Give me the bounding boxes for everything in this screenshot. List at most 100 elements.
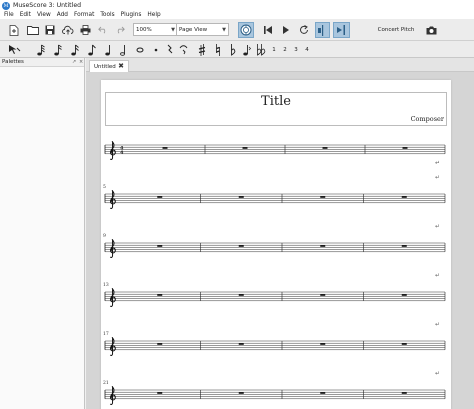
redo-button[interactable] [113,22,126,38]
concert-pitch-button[interactable]: Concert Pitch [374,23,418,37]
whole-rest[interactable] [322,147,328,149]
whole-rest[interactable] [401,294,407,296]
whole-rest[interactable] [157,294,163,296]
note-input-pen-icon [8,45,20,54]
menu-view[interactable]: View [37,12,51,18]
new-file-button[interactable] [8,22,20,38]
voice-3-button[interactable]: 3 [291,41,301,58]
open-file-button[interactable] [26,22,40,38]
menu-edit[interactable]: Edit [20,12,31,18]
voice-4-button[interactable]: 4 [302,41,312,58]
duration-32nd-button[interactable] [52,41,64,58]
measure-number: 17 [103,331,109,337]
whole-rest[interactable] [238,245,244,247]
print-button[interactable] [79,22,92,38]
whole-rest[interactable] [238,294,244,296]
cloud-save-button[interactable] [61,22,75,38]
play-icon [283,26,289,34]
close-tab-icon[interactable]: ✖ [118,62,124,70]
whole-rest[interactable] [157,245,163,247]
close-panel-icon[interactable]: × [79,59,83,65]
tab-untitled[interactable]: Untitled ✖ [89,60,129,72]
view-mode-select[interactable]: Page View ▼ [176,23,229,36]
duration-64th-button[interactable] [35,41,47,58]
mixer-button[interactable] [238,22,254,38]
title-bar: M MuseScore 3: Untitled [0,0,474,11]
whole-rest[interactable] [401,245,407,247]
rewind-icon [264,26,272,34]
whole-rest[interactable] [320,196,326,198]
score-page: Title Composer 4 4 5 ↵ 9 ↵ 13 ↵ 17 ↵ 21 ↵ ↵ [101,80,451,409]
duration-16th-button[interactable] [69,41,81,58]
save-button[interactable] [44,22,56,38]
flat-button[interactable] [227,41,239,58]
voice-note-button[interactable] [255,41,267,58]
whole-rest[interactable] [401,343,407,345]
treble-clef-icon [109,385,116,405]
pan-score-toggle[interactable] [333,22,350,38]
voice-2-button[interactable]: 2 [280,41,290,58]
line-break-icon[interactable]: ↵ [435,321,440,328]
menu-help[interactable]: Help [147,12,160,18]
line-break-icon[interactable]: ↵ [435,370,440,377]
whole-rest[interactable] [320,343,326,345]
score-canvas[interactable]: Title Composer 4 4 5 ↵ 9 ↵ 13 ↵ 17 ↵ 21 ↵ ↵ [86,72,474,409]
natural-button[interactable] [212,41,224,58]
duration-whole-button[interactable] [134,41,146,58]
whole-rest[interactable] [238,392,244,394]
menu-file[interactable]: File [4,12,14,18]
line-break-icon[interactable]: ↵ [435,272,440,279]
rest-button[interactable] [163,41,175,58]
sharp-button[interactable] [196,41,208,58]
float-panel-icon[interactable]: ↗ [72,59,76,65]
augmentation-dot-button[interactable] [150,41,162,58]
tie-rest-button[interactable] [177,41,189,58]
menu-plugins[interactable]: Plugins [121,12,142,18]
loop-button[interactable] [297,22,310,38]
print-icon [80,25,91,35]
redo-icon [117,26,125,34]
treble-clef-icon [109,189,116,209]
zoom-value: 100% [136,26,152,33]
line-break-icon[interactable]: ↵ [435,223,440,230]
rewind-button[interactable] [262,22,274,38]
sixteenth-note-icon [71,44,79,55]
whole-rest[interactable] [242,147,248,149]
score-tab-bar: Untitled ✖ [86,58,474,72]
musescore-logo-icon: M [2,1,10,10]
tab-label: Untitled [94,63,116,70]
menu-format[interactable]: Format [74,12,94,18]
quarter-note-icon [105,44,110,55]
whole-rest[interactable] [401,196,407,198]
time-signature-bottom: 4 [120,150,124,156]
undo-button[interactable] [96,22,109,38]
whole-rest[interactable] [157,392,163,394]
line-break-icon[interactable]: ↵ [435,159,440,166]
flip-direction-button[interactable] [241,41,253,58]
menu-add[interactable]: Add [57,12,68,18]
whole-rest[interactable] [320,294,326,296]
zoom-combo[interactable]: 100% ▼ [133,23,178,36]
whole-rest[interactable] [157,196,163,198]
duration-eighth-button[interactable] [86,41,98,58]
playback-cursor-toggle[interactable] [315,22,330,38]
whole-rest[interactable] [238,196,244,198]
whole-rest[interactable] [157,343,163,345]
whole-rest[interactable] [320,245,326,247]
whole-rest[interactable] [162,147,168,149]
duration-quarter-button[interactable] [103,41,115,58]
duration-half-button[interactable] [118,41,130,58]
line-break-icon[interactable]: ↵ [435,174,440,181]
whole-rest[interactable] [238,343,244,345]
view-mode-value: Page View [179,26,208,33]
whole-rest[interactable] [320,392,326,394]
measure-number: 13 [103,282,109,288]
voice-1-button[interactable]: 1 [269,41,279,58]
play-button[interactable] [280,22,292,38]
menu-tools[interactable]: Tools [100,12,114,18]
tie-icon [179,45,187,55]
note-input-mode-button[interactable] [6,41,22,58]
image-capture-button[interactable] [424,22,438,38]
whole-rest[interactable] [402,147,408,149]
whole-rest[interactable] [401,392,407,394]
